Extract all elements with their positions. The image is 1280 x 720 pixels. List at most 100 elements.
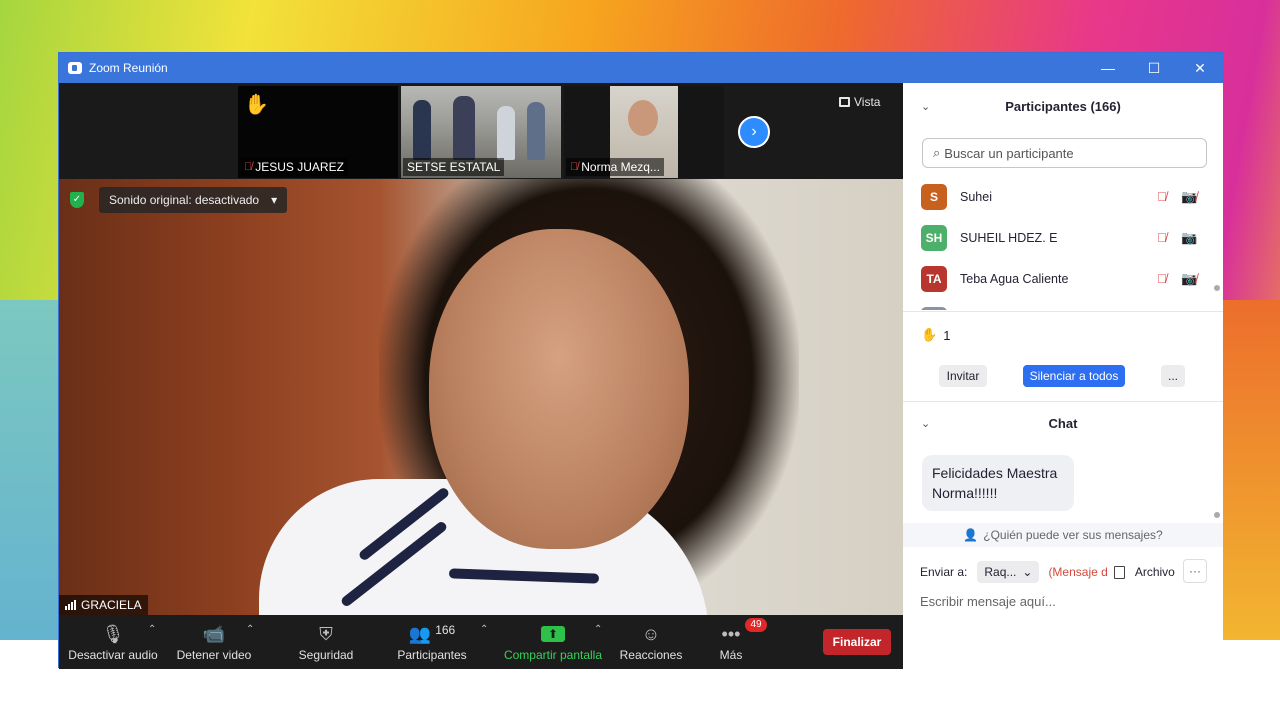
maximize-button[interactable]: ☐	[1131, 53, 1177, 83]
grid-icon	[839, 97, 850, 107]
file-button[interactable]: Archivo	[1135, 565, 1175, 579]
send-to-row: Enviar a: Raq... ⌄ (Mensaje d Archivo	[920, 559, 1210, 585]
thumbnail-setse-estatal[interactable]: SETSE ESTATAL	[401, 86, 561, 178]
recipient-value: Raq...	[984, 565, 1017, 579]
recipient-select[interactable]: Raq... ⌄	[977, 561, 1040, 583]
chevron-down-icon: ⌄	[1022, 565, 1033, 579]
participant-row[interactable]: TA Teba Agua Caliente 🎙̸ 📷̸	[903, 258, 1213, 299]
video-off-icon: 📷̸	[1181, 270, 1198, 286]
original-sound-toggle[interactable]: Sonido original: desactivado ▾	[99, 187, 288, 213]
end-meeting-button[interactable]: Finalizar	[823, 629, 891, 655]
security-button[interactable]: ⛨ Seguridad	[293, 615, 359, 669]
who-can-see-text: ¿Quién puede ver sus mensajes?	[983, 528, 1163, 542]
thumbnail-name-text: JESUS JUAREZ	[255, 160, 344, 174]
stop-video-button[interactable]: 📹 Detener video	[173, 615, 255, 669]
participant-row[interactable]: SH SUHEIL HDEZ. E 🎙̸ 📷	[903, 217, 1213, 258]
raised-count: 1	[943, 327, 951, 343]
participants-header: ⌄ Participantes (166)	[903, 89, 1223, 123]
avatar: SH	[921, 224, 947, 251]
next-page-button[interactable]: ›	[738, 116, 770, 148]
thumb-figure	[527, 102, 545, 160]
signal-bars-icon	[65, 600, 76, 610]
thumb-figure	[453, 96, 475, 160]
chat-message: Felicidades Maestra Norma!!!!!!	[922, 455, 1074, 511]
raised-hand-icon: ✋	[921, 327, 938, 342]
search-icon: ⌕	[933, 145, 941, 160]
security-label: Seguridad	[298, 648, 354, 662]
divider	[903, 401, 1223, 402]
more-label: Más	[719, 648, 743, 662]
more-icon: •••	[721, 623, 741, 644]
chat-scrollbar[interactable]	[1214, 512, 1220, 518]
zoom-app-icon	[68, 62, 82, 74]
participant-search[interactable]: ⌕	[922, 138, 1207, 168]
video-on-icon: 📷	[1181, 229, 1198, 245]
chat-header: ⌄ Chat	[903, 406, 1223, 440]
participants-icon: 👥 166	[409, 622, 455, 646]
share-options-caret[interactable]: ⌃	[594, 624, 602, 635]
participant-search-input[interactable]	[944, 145, 1185, 161]
share-screen-label: Compartir pantalla	[503, 648, 603, 662]
who-can-see-link[interactable]: 👤 ¿Quién puede ver sus mensajes?	[903, 523, 1223, 547]
microphone-icon: 🎙	[101, 623, 125, 644]
collapse-chat-icon[interactable]: ⌄	[921, 417, 930, 430]
shirt-stripe	[448, 568, 600, 584]
thumbnail-jesus-juarez[interactable]: ✋ 🎙̸ JESUS JUAREZ	[238, 86, 398, 178]
participant-name: SUHEIL HDEZ. E	[960, 230, 1058, 245]
mute-audio-label: Desactivar audio	[68, 648, 158, 662]
shield-icon: ⛨	[319, 623, 333, 644]
participant-name: Teba Agua Caliente	[960, 271, 1069, 286]
thumb-face	[628, 100, 658, 136]
reactions-button[interactable]: ☺ Reacciones	[617, 615, 685, 669]
stop-video-label: Detener video	[176, 648, 252, 662]
divider	[903, 311, 1223, 312]
chat-message-input[interactable]	[920, 589, 1210, 613]
participants-options-caret[interactable]: ⌃	[480, 624, 488, 635]
participants-title: Participantes (166)	[1005, 98, 1121, 114]
invite-button[interactable]: Invitar	[939, 365, 987, 387]
close-button[interactable]: ✕	[1177, 53, 1223, 83]
reactions-label: Reacciones	[619, 648, 683, 662]
zoom-window: Zoom Reunión — ☐ ✕ ✋ 🎙̸ JESUS JUAREZ SET…	[58, 52, 1223, 669]
file-icon[interactable]	[1113, 565, 1125, 579]
video-off-icon: 📷̸	[1181, 188, 1198, 204]
participant-row-partial[interactable]	[903, 299, 1213, 310]
notification-badge: 49	[745, 618, 767, 632]
thumbnail-name-text: SETSE ESTATAL	[407, 160, 501, 174]
share-screen-icon: ⬆	[541, 622, 565, 646]
participants-scrollbar[interactable]	[1214, 285, 1220, 291]
participants-label: Participantes	[397, 648, 467, 662]
participants-button[interactable]: 👥 166 Participantes	[393, 615, 471, 669]
raised-hand-icon: ✋	[244, 94, 269, 116]
reaction-icon: ☺	[641, 623, 661, 644]
minimize-button[interactable]: —	[1085, 53, 1131, 83]
muted-mic-icon: 🎙̸	[1157, 189, 1167, 204]
chat-more-button[interactable]: ···	[1183, 559, 1207, 583]
share-arrow-icon: ⬆	[541, 626, 565, 642]
participant-row[interactable]: S Suhei 🎙̸ 📷̸	[903, 176, 1213, 217]
muted-mic-icon: 🎙̸	[1157, 230, 1167, 245]
view-label: Vista	[854, 95, 881, 109]
thumbnail-name: SETSE ESTATAL	[403, 158, 505, 176]
camera-icon: 📹	[202, 623, 226, 644]
thumbnail-name: 🎙̸ JESUS JUAREZ	[240, 158, 348, 176]
view-button[interactable]: Vista	[839, 95, 880, 109]
people-icon: 👥	[408, 623, 432, 644]
avatar: S	[921, 183, 947, 210]
thumbnail-norma[interactable]: 🎙̸ Norma Mezq...	[564, 86, 724, 178]
muted-mic-icon: 🎙̸	[1157, 271, 1167, 286]
muted-mic-icon: 🎙̸	[244, 161, 253, 173]
private-message-label: (Mensaje d	[1048, 565, 1108, 579]
background-left	[0, 300, 58, 640]
meeting-toolbar: 🎙 Desactivar audio ⌃ 📹 Detener video ⌃ ⛨…	[59, 615, 903, 669]
audio-options-caret[interactable]: ⌃	[148, 624, 156, 635]
share-screen-button[interactable]: ⬆ Compartir pantalla	[499, 615, 607, 669]
collapse-participants-icon[interactable]: ⌄	[921, 100, 930, 113]
mute-audio-button[interactable]: 🎙 Desactivar audio	[67, 615, 159, 669]
mute-all-button[interactable]: Silenciar a todos	[1023, 365, 1125, 387]
person-icon: 👤	[963, 528, 979, 542]
muted-mic-icon: 🎙̸	[570, 161, 579, 173]
encryption-shield-icon[interactable]: ✓	[70, 192, 84, 208]
participants-more-button[interactable]: ...	[1161, 365, 1185, 387]
video-options-caret[interactable]: ⌃	[246, 624, 254, 635]
